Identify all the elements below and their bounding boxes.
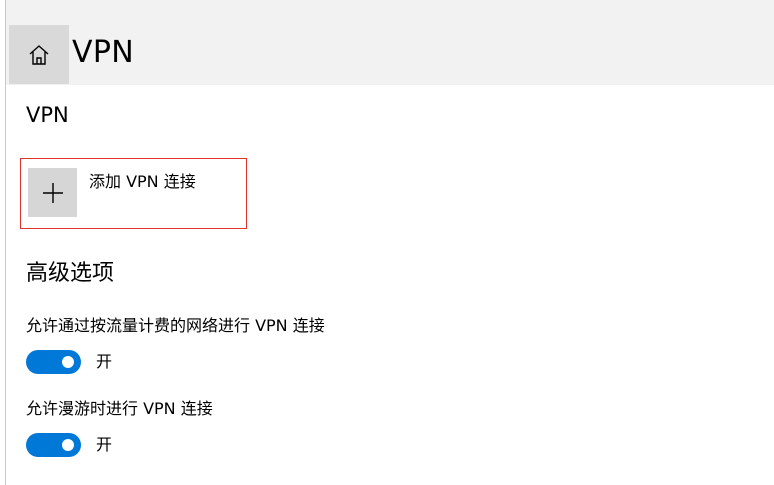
page-title: VPN [72, 35, 134, 70]
home-button[interactable] [9, 25, 69, 84]
roaming-vpn-state: 开 [96, 435, 113, 454]
add-tile [28, 168, 77, 217]
roaming-vpn-toggle[interactable] [26, 433, 81, 457]
home-icon [27, 43, 51, 67]
toggle-knob [62, 356, 74, 368]
toggle-knob [62, 439, 74, 451]
advanced-options-heading: 高级选项 [26, 261, 115, 286]
metered-network-vpn-label: 允许通过按流量计费的网络进行 VPN 连接 [26, 316, 325, 335]
add-vpn-connection-button[interactable]: 添加 VPN 连接 [20, 158, 247, 229]
metered-network-vpn-state: 开 [96, 352, 113, 371]
plus-icon [42, 182, 64, 204]
roaming-vpn-label: 允许漫游时进行 VPN 连接 [26, 399, 213, 418]
metered-network-vpn-toggle[interactable] [26, 350, 81, 374]
add-vpn-connection-label: 添加 VPN 连接 [89, 172, 196, 191]
settings-window: VPN VPN 添加 VPN 连接 高级选项 允许通过按流量计费的网络进行 VP… [0, 0, 774, 485]
vpn-section-heading: VPN [26, 103, 69, 127]
